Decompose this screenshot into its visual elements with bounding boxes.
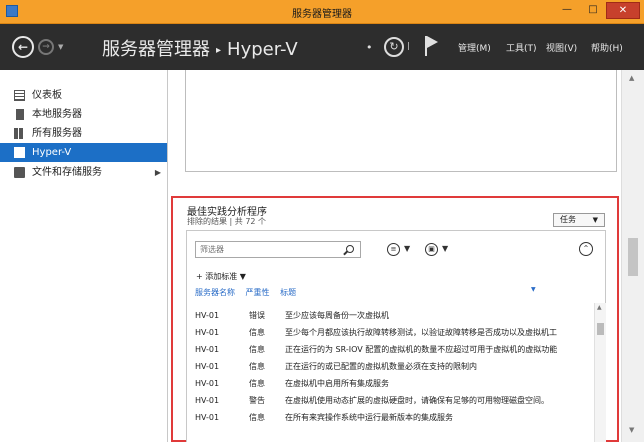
results-list: HV-01 错误 至少应该每周备份一次虚拟机 HV-01 信息 至少每个月都应该… bbox=[187, 307, 595, 426]
sidebar-item-file-storage[interactable]: 文件和存储服务 ▶ bbox=[0, 163, 167, 182]
title-bar: 服务器管理器 — □ ✕ bbox=[0, 0, 644, 24]
cell-title: 在虚拟机使用动态扩展的虚拟硬盘时，请确保有足够的可用物理磁盘空间。 bbox=[285, 396, 549, 405]
save-query-icon[interactable]: ▣ bbox=[425, 243, 438, 256]
chevron-down-icon: ▼ bbox=[239, 272, 246, 281]
cell-server: HV-01 bbox=[195, 328, 220, 337]
scroll-down-icon[interactable]: ▼ bbox=[629, 426, 634, 434]
menu-tools[interactable]: 工具(T) bbox=[506, 41, 537, 54]
cell-server: HV-01 bbox=[195, 311, 220, 320]
cell-title: 至少每个月都应该执行故障转移测试，以验证故障转移是否成功以及虚拟机工 bbox=[285, 328, 557, 337]
scroll-up-icon[interactable]: ▲ bbox=[597, 304, 602, 311]
scrollbar-thumb[interactable] bbox=[597, 323, 604, 335]
cell-server: HV-01 bbox=[195, 345, 220, 354]
minimize-button[interactable]: — bbox=[554, 2, 580, 19]
close-button[interactable]: ✕ bbox=[606, 2, 640, 19]
bpa-section: 最佳实践分析程序 排除的结果 | 共 72 个 任务 ▼ ≡ ▼ ▣ ▼ ⌃ +… bbox=[171, 196, 619, 442]
table-row[interactable]: HV-01 信息 在所有来宾操作系统中运行最新版本的集成服务 bbox=[187, 409, 595, 426]
scroll-up-icon[interactable]: ▲ bbox=[629, 74, 634, 82]
results-scrollbar[interactable]: ▲ bbox=[594, 303, 606, 442]
cell-severity: 信息 bbox=[249, 362, 265, 371]
search-icon[interactable] bbox=[346, 245, 354, 253]
filter-field[interactable] bbox=[195, 241, 361, 258]
sort-indicator-icon: ▼ bbox=[531, 286, 536, 293]
column-header-severity[interactable]: 严重性 bbox=[246, 288, 270, 297]
filter-input[interactable] bbox=[200, 245, 340, 254]
cell-severity: 信息 bbox=[249, 413, 265, 422]
cell-server: HV-01 bbox=[195, 413, 220, 422]
table-row[interactable]: HV-01 错误 至少应该每周备份一次虚拟机 bbox=[187, 307, 595, 324]
maximize-button[interactable]: □ bbox=[580, 2, 606, 19]
breadcrumb-root[interactable]: 服务器管理器 bbox=[102, 39, 210, 60]
main-scrollbar[interactable]: ▲ ▼ bbox=[621, 70, 644, 442]
notifications-flag-icon[interactable] bbox=[425, 36, 439, 56]
history-dropdown-icon[interactable]: ▼ bbox=[58, 43, 63, 51]
add-criteria-label: 添加标准 bbox=[205, 272, 238, 281]
refresh-divider: | bbox=[407, 41, 410, 50]
sidebar-item-dashboard[interactable]: 仪表板 bbox=[0, 86, 167, 105]
cell-severity: 错误 bbox=[249, 311, 265, 320]
cell-title: 正在运行的或已配置的虚拟机数量必须在支持的限制内 bbox=[285, 362, 477, 371]
cell-title: 在虚拟机中启用所有集成服务 bbox=[285, 379, 389, 388]
sidebar-item-label: 文件和存储服务 bbox=[32, 167, 102, 178]
sidebar-item-all-servers[interactable]: 所有服务器 bbox=[0, 124, 167, 143]
sidebar-item-local-server[interactable]: 本地服务器 bbox=[0, 105, 167, 124]
breadcrumb-current: Hyper-V bbox=[227, 39, 298, 60]
tasks-label: 任务 bbox=[560, 215, 576, 224]
scrollbar-thumb[interactable] bbox=[628, 238, 638, 276]
sidebar-item-label: 所有服务器 bbox=[32, 128, 82, 139]
cell-server: HV-01 bbox=[195, 396, 220, 405]
collapse-up-icon[interactable]: ⌃ bbox=[579, 242, 593, 256]
expand-arrow-icon[interactable]: ▶ bbox=[155, 163, 161, 182]
cell-title: 正在运行的为 SR-IOV 配置的虚拟机的数量不应超过可用于虚拟机的虚拟功能 bbox=[285, 345, 558, 354]
hyper-v-icon bbox=[14, 147, 25, 158]
window-title: 服务器管理器 bbox=[292, 9, 352, 20]
column-headers: 服务器名称 严重性 标题 bbox=[195, 287, 304, 298]
table-row[interactable]: HV-01 信息 正在运行的或已配置的虚拟机数量必须在支持的限制内 bbox=[187, 358, 595, 375]
dot-icon: • bbox=[366, 41, 373, 54]
forward-arrow-icon[interactable]: → bbox=[38, 39, 54, 55]
cell-title: 在所有来宾操作系统中运行最新版本的集成服务 bbox=[285, 413, 453, 422]
cell-title: 至少应该每周备份一次虚拟机 bbox=[285, 311, 389, 320]
menu-view[interactable]: 视图(V) bbox=[546, 41, 577, 54]
nav-bar: ← → ▼ 服务器管理器 ▸ Hyper-V • ↻ | 管理(M) 工具(T) 视… bbox=[0, 24, 644, 70]
column-header-title[interactable]: 标题 bbox=[280, 288, 296, 297]
chevron-down-icon[interactable]: ▼ bbox=[442, 244, 448, 253]
table-row[interactable]: HV-01 信息 至少每个月都应该执行故障转移测试，以验证故障转移是否成功以及虚… bbox=[187, 324, 595, 341]
menu-help[interactable]: 帮助(H) bbox=[591, 41, 623, 54]
column-header-server[interactable]: 服务器名称 bbox=[195, 288, 235, 297]
table-row[interactable]: HV-01 信息 正在运行的为 SR-IOV 配置的虚拟机的数量不应超过可用于虚… bbox=[187, 341, 595, 358]
chevron-down-icon[interactable]: ▼ bbox=[404, 244, 410, 253]
sidebar-item-label: 本地服务器 bbox=[32, 109, 82, 120]
cell-severity: 信息 bbox=[249, 345, 265, 354]
table-row[interactable]: HV-01 信息 在虚拟机中启用所有集成服务 bbox=[187, 375, 595, 392]
file-storage-icon bbox=[14, 167, 25, 178]
sidebar: 仪表板 本地服务器 所有服务器 Hyper-V 文件和存储服务 ▶ bbox=[0, 70, 168, 442]
cell-severity: 信息 bbox=[249, 379, 265, 388]
bpa-results-panel: ≡ ▼ ▣ ▼ ⌃ + 添加标准 ▼ 服务器名称 严重性 标题 ▼ HV-01 … bbox=[186, 230, 606, 442]
back-arrow-icon[interactable]: ← bbox=[12, 36, 34, 58]
table-row[interactable]: HV-01 警告 在虚拟机使用动态扩展的虚拟硬盘时，请确保有足够的可用物理磁盘空… bbox=[187, 392, 595, 409]
refresh-icon[interactable]: ↻ bbox=[384, 37, 404, 57]
cell-severity: 信息 bbox=[249, 328, 265, 337]
breadcrumb: 服务器管理器 ▸ Hyper-V bbox=[102, 35, 298, 61]
list-options-icon[interactable]: ≡ bbox=[387, 243, 400, 256]
dashboard-icon bbox=[14, 90, 25, 101]
chevron-down-icon: ▼ bbox=[592, 216, 598, 224]
bpa-subtitle: 排除的结果 | 共 72 个 bbox=[187, 217, 267, 226]
all-servers-icon bbox=[14, 128, 25, 139]
add-criteria-button[interactable]: + 添加标准 ▼ bbox=[196, 271, 246, 282]
local-server-icon bbox=[16, 109, 24, 120]
cell-server: HV-01 bbox=[195, 379, 220, 388]
cell-severity: 警告 bbox=[249, 396, 265, 405]
sidebar-item-hyper-v[interactable]: Hyper-V bbox=[0, 143, 167, 162]
menu-manage[interactable]: 管理(M) bbox=[458, 41, 491, 54]
sidebar-item-label: 仪表板 bbox=[32, 90, 62, 101]
sidebar-item-label: Hyper-V bbox=[32, 147, 72, 158]
plus-icon: + bbox=[196, 272, 203, 281]
events-tile bbox=[185, 70, 617, 172]
breadcrumb-separator-icon: ▸ bbox=[216, 44, 222, 56]
cell-server: HV-01 bbox=[195, 362, 220, 371]
tasks-dropdown[interactable]: 任务 ▼ bbox=[553, 213, 605, 227]
